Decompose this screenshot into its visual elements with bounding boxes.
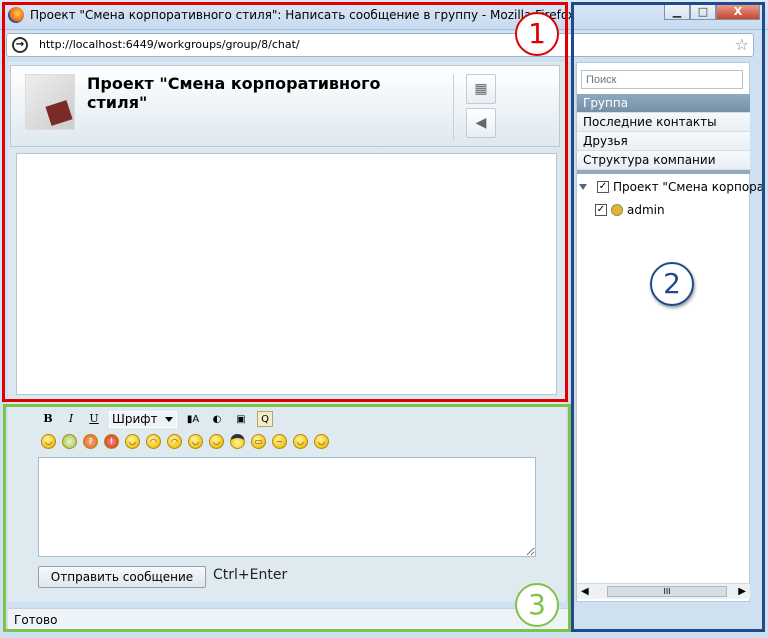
- region-1-badge: 1: [515, 12, 559, 56]
- region-2-outline: [571, 2, 765, 632]
- region-2-badge: 2: [650, 262, 694, 306]
- region-3-outline: [3, 404, 571, 632]
- region-3-badge: 3: [515, 583, 559, 627]
- region-1-outline: [2, 2, 568, 402]
- browser-window: Проект "Смена корпоративного стиля": Нап…: [0, 0, 768, 638]
